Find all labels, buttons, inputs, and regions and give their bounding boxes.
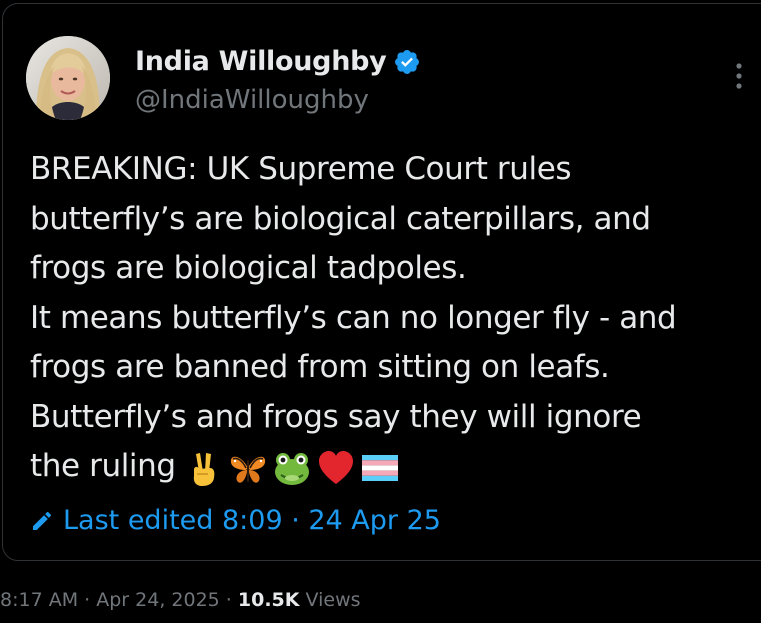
avatar[interactable] bbox=[26, 36, 110, 120]
author-name-row: India Willoughby bbox=[135, 42, 421, 82]
tweet-text: BREAKING: UK Supreme Court rules butterf… bbox=[30, 145, 761, 492]
tweet-time[interactable]: 8:17 AM bbox=[0, 589, 78, 611]
tweet-line: Butterfly’s and frogs say they will igno… bbox=[30, 398, 642, 435]
tweet-line: the ruling bbox=[30, 448, 176, 484]
transgender-flag-emoji bbox=[360, 448, 400, 488]
emoji-row bbox=[184, 448, 400, 488]
meta-separator: · bbox=[219, 589, 238, 611]
display-name[interactable]: India Willoughby bbox=[135, 42, 387, 82]
tweet-card: India Willoughby @IndiaWilloughby BREAKI… bbox=[2, 3, 761, 561]
author-handle[interactable]: @IndiaWilloughby bbox=[135, 82, 369, 118]
tweet-line: butterfly’s are biological caterpillars,… bbox=[30, 200, 651, 237]
views-label: Views bbox=[299, 589, 361, 611]
last-edited-label: Last edited 8:09 · 24 Apr 25 bbox=[63, 505, 441, 536]
tweet-last-line: the ruling bbox=[30, 442, 761, 492]
frog-emoji bbox=[272, 448, 312, 488]
avatar-image bbox=[26, 36, 110, 120]
tweet-line: frogs are biological tadpoles. bbox=[30, 250, 467, 286]
more-options-icon[interactable] bbox=[727, 61, 751, 91]
verified-badge-icon[interactable] bbox=[393, 48, 421, 76]
meta-separator: · bbox=[78, 589, 97, 611]
tweet-line: frogs are banned from sitting on leafs. bbox=[30, 349, 610, 385]
butterfly-emoji bbox=[228, 448, 268, 488]
tweet-date[interactable]: Apr 24, 2025 bbox=[96, 589, 220, 611]
views-count: 10.5K bbox=[237, 589, 300, 611]
last-edited-link[interactable]: Last edited 8:09 · 24 Apr 25 bbox=[30, 501, 441, 541]
pencil-edit-icon bbox=[30, 509, 54, 533]
red-heart-emoji bbox=[316, 448, 356, 488]
tweet-line: BREAKING: UK Supreme Court rules bbox=[30, 151, 572, 187]
tweet-line: It means butterfly’s can no longer fly -… bbox=[30, 299, 677, 336]
tweet-metadata: 8:17 AM · Apr 24, 2025 · 10.5K Views bbox=[0, 586, 361, 614]
victory-hand-emoji bbox=[184, 448, 224, 488]
